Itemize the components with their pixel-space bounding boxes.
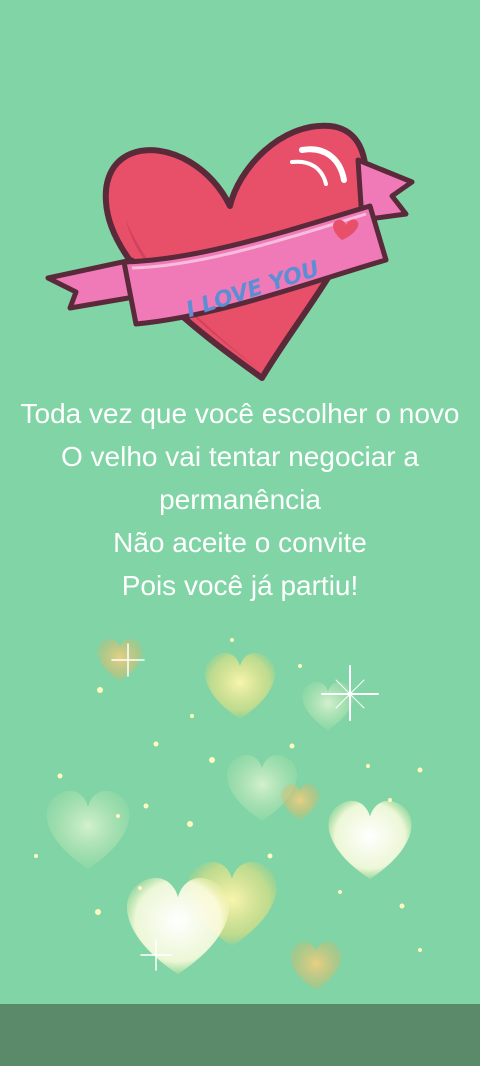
message-line: O velho vai tentar negociar a permanênci… — [61, 441, 419, 515]
message-line: Toda vez que você escolher o novo — [20, 398, 460, 429]
message-line: Pois você já partiu! — [121, 570, 359, 601]
navigation-bar — [0, 1004, 480, 1066]
status-screen[interactable]: I LOVE YOU Toda vez que você escolher o … — [0, 0, 480, 1066]
glowing-hearts-background — [0, 620, 480, 1005]
heart-banner-illustration: I LOVE YOU — [45, 122, 415, 381]
message-line: Não aceite o convite — [113, 527, 367, 558]
status-message: Toda vez que você escolher o novo O velh… — [20, 392, 460, 607]
heart-sticker: I LOVE YOU — [40, 110, 420, 390]
bokeh-hearts-illustration — [34, 638, 423, 990]
